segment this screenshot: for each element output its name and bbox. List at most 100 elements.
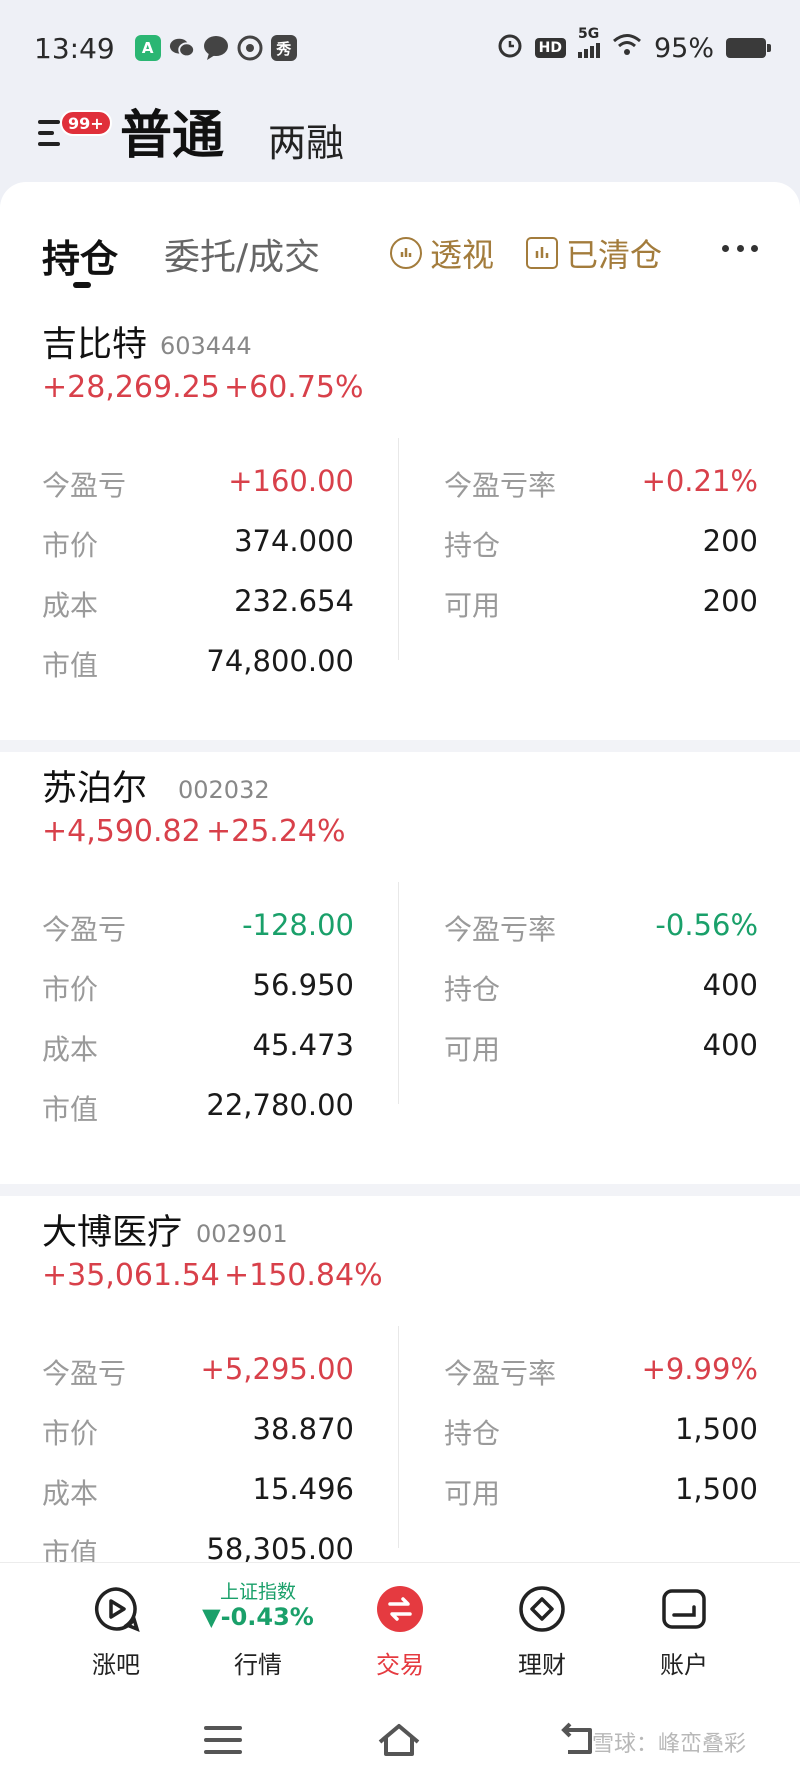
card-separator — [0, 1184, 800, 1196]
available-label: 可用 — [444, 589, 501, 622]
more-icon[interactable] — [722, 242, 758, 254]
stock-name: 苏泊尔 — [42, 769, 148, 809]
total-profit-rate: +25.24% — [206, 814, 346, 849]
account-icon — [660, 1585, 708, 1633]
watermark: 雪球：峰峦叠彩 — [592, 1732, 747, 1757]
today-pl-rate-value: +9.99% — [641, 1352, 758, 1386]
index-change: ▼-0.43% — [202, 1603, 314, 1631]
cost-label: 成本 — [42, 1477, 99, 1510]
signal-icon: 5G — [577, 26, 600, 58]
network-type: 5G — [577, 26, 600, 42]
total-profit-rate: +60.75% — [224, 370, 364, 405]
today-pl-label: 今盈亏 — [42, 469, 127, 502]
today-pl-rate-label: 今盈亏率 — [444, 913, 557, 946]
tab-holdings[interactable]: 持仓 — [42, 228, 118, 283]
today-pl-rate-label: 今盈亏率 — [444, 469, 557, 502]
clock: 13:49 — [34, 31, 115, 65]
market-value-label: 市值 — [42, 1093, 99, 1126]
tab-normal-account[interactable]: 普通 — [120, 96, 224, 176]
total-profit: +35,061.54 — [42, 1258, 220, 1293]
stock-name: 大博医疗 — [42, 1213, 183, 1253]
chart-icon — [526, 237, 558, 269]
play-bubble-icon — [92, 1585, 140, 1633]
perspective-button[interactable]: 透视 — [390, 230, 494, 276]
price-label: 市价 — [42, 529, 99, 562]
column-divider — [398, 438, 399, 660]
price-label: 市价 — [42, 1417, 99, 1450]
price-value: 38.870 — [252, 1412, 354, 1446]
wealth-icon — [518, 1585, 566, 1633]
available-value: 1,500 — [674, 1472, 758, 1506]
cost-value: 232.654 — [234, 584, 354, 618]
market-value: 22,780.00 — [206, 1088, 354, 1122]
today-pl-rate-value: +0.21% — [641, 464, 758, 498]
position-card[interactable]: 苏泊尔 002032 +4,590.82 +25.24% 今盈亏 -128.00… — [0, 752, 800, 1184]
today-pl-label: 今盈亏 — [42, 913, 127, 946]
today-pl-rate-label: 今盈亏率 — [444, 1357, 557, 1390]
total-profit: +4,590.82 — [42, 814, 201, 849]
today-pl-value: +5,295.00 — [200, 1352, 354, 1386]
status-bar: 13:49 A 秀 HD 5G 95% — [0, 0, 800, 96]
nav-trade[interactable]: 交易 — [330, 1563, 470, 1699]
app-icon-3: 秀 — [270, 35, 297, 61]
total-profit-rate: +150.84% — [224, 1258, 383, 1293]
system-navigation-bar: 雪球：峰峦叠彩 — [0, 1698, 800, 1784]
market-value-label: 市值 — [42, 649, 99, 682]
recent-apps-icon[interactable] — [198, 1718, 248, 1762]
today-pl-value: -128.00 — [242, 908, 354, 942]
nav-label: 理财 — [518, 1651, 566, 1679]
stock-code: 002032 — [178, 776, 270, 804]
nav-account[interactable]: 账户 — [614, 1563, 754, 1699]
battery-icon — [726, 38, 771, 58]
perspective-label: 透视 — [430, 236, 495, 274]
tab-margin-account[interactable]: 两融 — [268, 110, 344, 176]
wechat-icon — [169, 35, 195, 61]
battery-level: 95% — [653, 32, 714, 64]
holding-value: 1,500 — [674, 1412, 758, 1446]
alarm-icon — [497, 32, 523, 65]
holdings-panel: 持仓 委托/成交 透视 已清仓 吉比特 603444 +28,269.25 +6… — [0, 182, 800, 1562]
market-value: 74,800.00 — [206, 644, 354, 678]
cost-label: 成本 — [42, 1033, 99, 1066]
nav-label: 行情 — [234, 1651, 282, 1679]
tab-orders-trades[interactable]: 委托/成交 — [164, 228, 320, 280]
home-icon[interactable] — [374, 1718, 424, 1762]
holdings-tabs: 持仓 委托/成交 透视 已清仓 — [0, 182, 800, 308]
position-card[interactable]: 大博医疗 002901 +35,061.54 +150.84% 今盈亏 +5,2… — [0, 1196, 800, 1562]
card-separator — [0, 740, 800, 752]
cost-value: 45.473 — [252, 1028, 354, 1062]
holding-value: 400 — [702, 968, 758, 1002]
holding-label: 持仓 — [444, 529, 501, 562]
app-header: 99+ 普通 两融 — [0, 96, 800, 182]
holding-label: 持仓 — [444, 1417, 501, 1450]
menu-button[interactable]: 99+ — [38, 110, 112, 160]
trade-swap-icon — [376, 1585, 424, 1633]
hd-icon: HD — [534, 38, 566, 58]
today-pl-rate-value: -0.56% — [655, 908, 758, 942]
price-value: 56.950 — [252, 968, 354, 1002]
app-icon-1: A — [134, 35, 161, 61]
market-value-label: 市值 — [42, 1537, 99, 1562]
nav-market[interactable]: 上证指数 ▼-0.43% 行情 — [188, 1563, 328, 1699]
available-label: 可用 — [444, 1477, 501, 1510]
nav-label: 涨吧 — [92, 1651, 140, 1679]
available-label: 可用 — [444, 1033, 501, 1066]
app-icon-2 — [237, 35, 263, 61]
column-divider — [398, 1326, 399, 1548]
holding-label: 持仓 — [444, 973, 501, 1006]
nav-community[interactable]: 涨吧 — [46, 1563, 186, 1699]
cleared-positions-label: 已清仓 — [566, 236, 663, 274]
position-card[interactable]: 吉比特 603444 +28,269.25 +60.75% 今盈亏 +160.0… — [0, 308, 800, 740]
stock-code: 002901 — [196, 1220, 288, 1248]
positions-list: 吉比特 603444 +28,269.25 +60.75% 今盈亏 +160.0… — [0, 308, 800, 1562]
index-name: 上证指数 — [219, 1581, 296, 1603]
available-value: 400 — [702, 1028, 758, 1062]
cleared-positions-button[interactable]: 已清仓 — [526, 230, 662, 276]
price-label: 市价 — [42, 973, 99, 1006]
today-pl-label: 今盈亏 — [42, 1357, 127, 1390]
status-icons: HD 5G 95% — [497, 26, 771, 65]
nav-label: 账户 — [660, 1651, 708, 1679]
available-value: 200 — [702, 584, 758, 618]
market-value: 58,305.00 — [206, 1532, 354, 1562]
nav-wealth[interactable]: 理财 — [472, 1563, 612, 1699]
